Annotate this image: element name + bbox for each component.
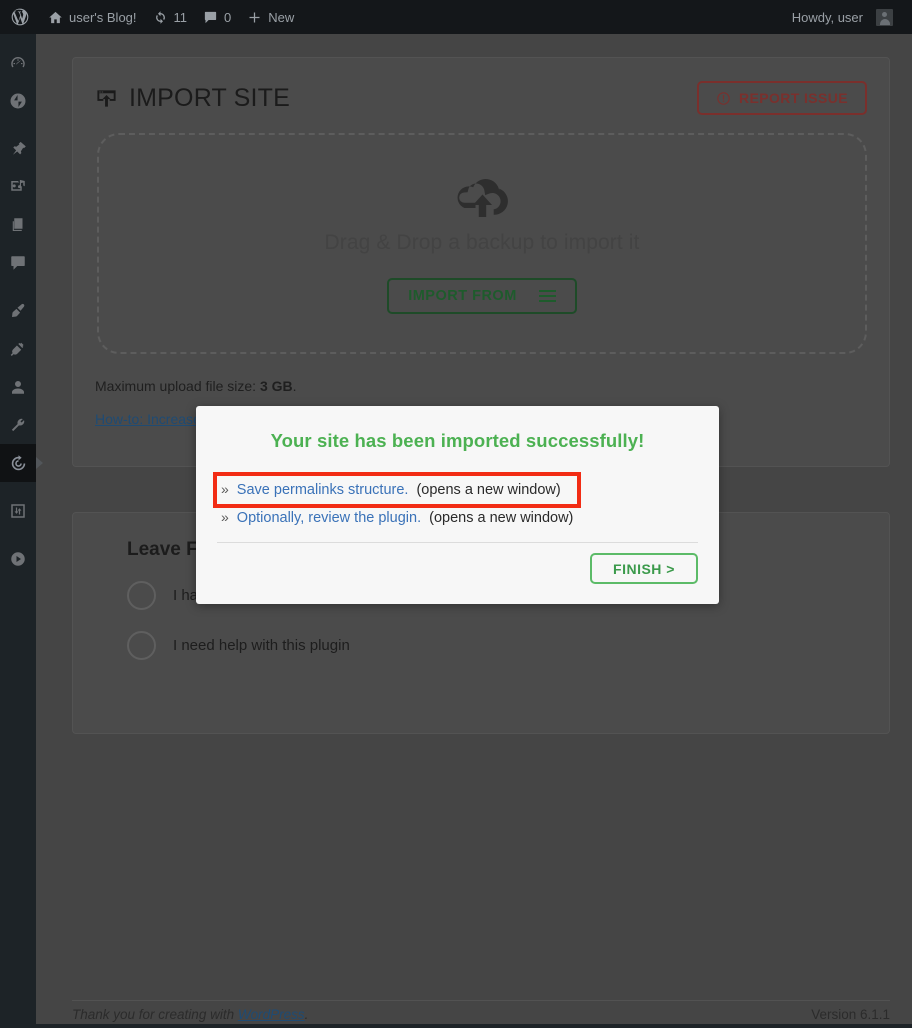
import-from-button[interactable]: IMPORT FROM <box>387 277 577 314</box>
footer-version: Version 6.1.1 <box>811 1007 890 1022</box>
wordpress-link[interactable]: WordPress <box>238 1007 305 1022</box>
modal-link-row-review[interactable]: » Optionally, review the plugin. (opens … <box>217 504 577 532</box>
page-title-label: IMPORT SITE <box>129 83 291 112</box>
comment-bubble-icon <box>203 10 218 25</box>
import-panel-header: IMPORT SITE REPORT ISSUE <box>95 78 867 118</box>
drag-drop-label: Drag & Drop a backup to import it <box>324 230 640 254</box>
sidebar-item-media[interactable] <box>0 168 36 206</box>
jetpack-icon <box>9 92 27 110</box>
updates-count: 11 <box>173 9 188 25</box>
save-permalinks-link[interactable]: Save permalinks structure. <box>237 480 409 501</box>
max-upload-suffix: . <box>292 378 297 394</box>
site-name-label: user's Blog! <box>69 9 137 25</box>
greeting-label: Howdy, user <box>791 9 863 25</box>
feedback-option-help-label: I need help with this plugin <box>173 637 350 654</box>
sidebar-item-dashboard[interactable] <box>0 44 36 82</box>
radio-ideas[interactable] <box>127 581 156 610</box>
sidebar-item-appearance[interactable] <box>0 292 36 330</box>
radio-help[interactable] <box>127 631 156 660</box>
chevron-bullet-icon: » <box>221 509 229 525</box>
save-permalinks-note: (opens a new window) <box>416 482 561 498</box>
footer-thanks: Thank you for creating with WordPress. <box>72 1007 308 1022</box>
cloud-upload-icon <box>454 174 511 219</box>
warning-circle-icon <box>716 91 731 106</box>
updates-icon <box>153 10 168 25</box>
plug-icon <box>9 340 27 358</box>
wrench-icon <box>9 416 27 434</box>
max-upload-prefix: Maximum upload file size: <box>95 378 260 394</box>
max-upload-size-text: Maximum upload file size: 3 GB. <box>95 378 297 394</box>
sidebar-item-all-in-one-wp-migration[interactable] <box>0 444 43 482</box>
sliders-icon <box>9 502 27 520</box>
review-plugin-link[interactable]: Optionally, review the plugin. <box>237 508 421 529</box>
admin-bar: user's Blog! 11 0 New Howdy, user <box>0 0 912 34</box>
sidebar-top-gap <box>0 34 36 44</box>
sidebar-item-media-player[interactable] <box>0 540 36 578</box>
new-content-menu[interactable]: New <box>239 0 302 34</box>
modal-links-list: » Save permalinks structure. (opens a ne… <box>212 472 582 532</box>
sidebar-gap-2 <box>0 282 36 292</box>
sidebar-item-pages[interactable] <box>0 206 36 244</box>
sidebar-gap-1 <box>0 120 36 130</box>
drag-drop-zone[interactable]: Drag & Drop a backup to import it IMPORT… <box>97 133 867 354</box>
footer-thanks-suffix: . <box>304 1007 309 1022</box>
site-name-menu[interactable]: user's Blog! <box>40 0 145 34</box>
modal-link-row-permalinks[interactable]: » Save permalinks structure. (opens a ne… <box>212 472 582 508</box>
play-circle-icon <box>9 550 27 568</box>
modal-heading: Your site has been imported successfully… <box>270 430 645 451</box>
paintbrush-icon <box>9 302 27 320</box>
import-from-label: IMPORT FROM <box>408 287 517 304</box>
plus-icon <box>247 10 262 25</box>
pin-icon <box>9 140 27 158</box>
report-issue-label: REPORT ISSUE <box>738 90 848 106</box>
feedback-option-help[interactable]: I need help with this plugin <box>127 631 350 660</box>
review-plugin-note: (opens a new window) <box>429 510 574 526</box>
max-upload-value: 3 GB <box>259 378 293 394</box>
sidebar-gap-4 <box>0 530 36 540</box>
footer-thanks-prefix: Thank you for creating with <box>72 1007 238 1022</box>
my-account-menu[interactable]: Howdy, user <box>784 0 912 34</box>
sidebar-item-users[interactable] <box>0 368 36 406</box>
migration-circle-icon <box>9 454 28 473</box>
dashboard-icon <box>9 54 27 72</box>
comments-menu[interactable]: 0 <box>195 0 239 34</box>
home-icon <box>48 10 63 25</box>
sidebar-item-import-export[interactable] <box>0 492 36 530</box>
admin-sidebar-menu <box>0 34 43 1024</box>
comments-count: 0 <box>224 9 232 25</box>
sidebar-item-jetpack[interactable] <box>0 82 36 120</box>
report-issue-button[interactable]: REPORT ISSUE <box>696 81 867 115</box>
sidebar-item-plugins[interactable] <box>0 330 36 368</box>
pages-icon <box>9 216 27 234</box>
modal-divider <box>217 542 698 543</box>
media-icon <box>9 178 27 196</box>
updates-menu[interactable]: 11 <box>145 0 196 34</box>
sidebar-item-tools[interactable] <box>0 406 36 444</box>
hamburger-menu-icon <box>538 289 556 302</box>
wp-logo-button[interactable] <box>0 0 40 34</box>
comment-bubble-icon <box>9 254 27 272</box>
chevron-bullet-icon: » <box>221 481 229 497</box>
user-icon <box>9 378 27 396</box>
finish-button[interactable]: FINISH > <box>590 553 698 584</box>
import-success-modal: Your site has been imported successfully… <box>196 406 719 604</box>
page-title: IMPORT SITE <box>95 84 290 113</box>
sidebar-item-comments[interactable] <box>0 244 36 282</box>
sidebar-item-posts[interactable] <box>0 130 36 168</box>
import-window-icon <box>95 87 118 110</box>
sidebar-gap-3 <box>0 482 36 492</box>
user-avatar-icon <box>876 8 893 26</box>
new-content-label: New <box>268 9 295 25</box>
wordpress-logo-icon <box>10 7 30 27</box>
